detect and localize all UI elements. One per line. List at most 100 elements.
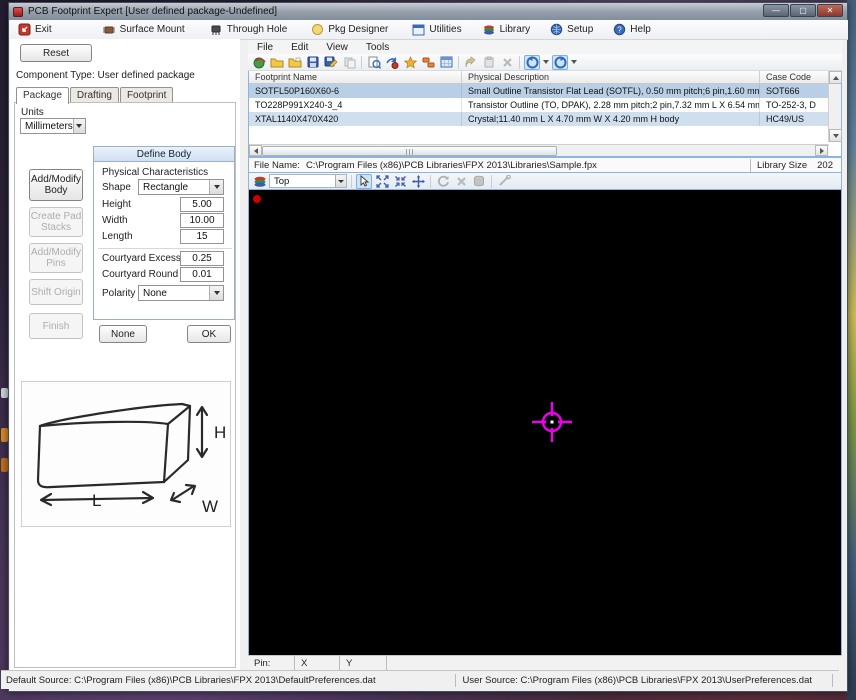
add-modify-body-button[interactable]: Add/Modify Body bbox=[29, 169, 83, 201]
utilities-button[interactable]: Utilities bbox=[408, 22, 465, 38]
scroll-right-button[interactable] bbox=[815, 145, 828, 156]
scroll-down-button[interactable] bbox=[829, 129, 842, 142]
courtyard-round-input[interactable]: 0.01 bbox=[180, 267, 224, 282]
library-size-value: 202 bbox=[807, 160, 841, 171]
help-button[interactable]: ? Help bbox=[609, 21, 655, 38]
open-library-icon[interactable] bbox=[287, 55, 303, 70]
table-header: Footprint Name Physical Description Case… bbox=[249, 71, 841, 84]
redo-history-icon[interactable] bbox=[552, 55, 568, 70]
height-input[interactable]: 5.00 bbox=[180, 197, 224, 212]
taskbar-icon[interactable] bbox=[1, 388, 8, 398]
preview-icon[interactable] bbox=[366, 55, 382, 70]
cell-footprint-name: XTAL1140X470X420 bbox=[249, 112, 462, 126]
shape-select[interactable]: Rectangle bbox=[138, 179, 224, 195]
favorites-star-icon[interactable] bbox=[402, 55, 418, 70]
save-icon[interactable] bbox=[305, 55, 321, 70]
taskbar-icon[interactable] bbox=[1, 458, 8, 472]
length-input[interactable]: 15 bbox=[180, 229, 224, 244]
utilities-icon bbox=[412, 24, 425, 36]
shape-dropdown-arrow[interactable] bbox=[209, 180, 223, 194]
surface-mount-button[interactable]: Surface Mount bbox=[98, 22, 189, 38]
table-horizontal-scrollbar[interactable] bbox=[249, 144, 829, 156]
file-name-label: File Name: bbox=[249, 160, 300, 171]
units-dropdown-arrow[interactable] bbox=[73, 119, 85, 133]
height-label: Height bbox=[102, 199, 131, 210]
sketch-w-label: W bbox=[202, 497, 218, 516]
table-row[interactable]: XTAL1140X470X420 Crystal;11.40 mm L X 4.… bbox=[249, 112, 841, 126]
menu-edit[interactable]: Edit bbox=[282, 42, 317, 53]
add-modify-pins-button[interactable]: Add/Modify Pins bbox=[29, 243, 83, 273]
export-icon[interactable] bbox=[251, 55, 267, 70]
polarity-value: None bbox=[139, 288, 209, 299]
menu-tools[interactable]: Tools bbox=[357, 42, 398, 53]
units-value: Millimeters bbox=[21, 121, 73, 132]
finish-button[interactable]: Finish bbox=[29, 313, 83, 339]
measure-tool-icon[interactable] bbox=[496, 174, 512, 189]
tab-package[interactable]: Package bbox=[16, 87, 69, 104]
ok-button[interactable]: OK bbox=[187, 325, 231, 343]
reset-button[interactable]: Reset bbox=[20, 44, 92, 62]
table-vertical-scrollbar[interactable] bbox=[828, 71, 841, 142]
copy-icon[interactable] bbox=[341, 55, 357, 70]
width-input[interactable]: 10.00 bbox=[180, 213, 224, 228]
save-as-icon[interactable] bbox=[323, 55, 339, 70]
shape-label: Shape bbox=[102, 182, 131, 193]
undo-dropdown-arrow[interactable] bbox=[542, 55, 550, 70]
redo-dropdown-arrow[interactable] bbox=[570, 55, 578, 70]
shift-origin-button[interactable]: Shift Origin bbox=[29, 279, 83, 305]
layers-icon bbox=[253, 175, 267, 188]
maximize-button[interactable]: ▢ bbox=[790, 4, 816, 17]
surface-mount-label: Surface Mount bbox=[120, 24, 185, 35]
table-row[interactable]: TO228P991X240-3_4 Transistor Outline (TO… bbox=[249, 98, 841, 112]
design-canvas[interactable] bbox=[248, 190, 842, 655]
define-body-group: Define Body Physical Characteristics Sha… bbox=[93, 146, 235, 320]
pan-tool-icon[interactable] bbox=[410, 174, 426, 189]
through-hole-button[interactable]: Through Hole bbox=[205, 22, 292, 38]
menu-view[interactable]: View bbox=[317, 42, 357, 53]
stack-icon[interactable] bbox=[471, 174, 487, 189]
library-button[interactable]: Library bbox=[478, 22, 535, 38]
library-label: Library bbox=[500, 24, 531, 35]
layer-select[interactable]: Top bbox=[269, 174, 347, 188]
title-bar[interactable]: PCB Footprint Expert [User defined packa… bbox=[9, 3, 847, 20]
cancel-icon[interactable] bbox=[453, 174, 469, 189]
minimize-button[interactable]: — bbox=[763, 4, 789, 17]
pkg-designer-button[interactable]: Pkg Designer bbox=[307, 21, 392, 38]
import-icon[interactable] bbox=[384, 55, 400, 70]
paste-icon[interactable] bbox=[481, 55, 497, 70]
components-icon[interactable] bbox=[420, 55, 436, 70]
column-physical-description[interactable]: Physical Description bbox=[462, 71, 760, 83]
viewer-window-icon[interactable] bbox=[438, 55, 454, 70]
menu-file[interactable]: File bbox=[248, 42, 282, 53]
zoom-window-icon[interactable] bbox=[392, 174, 408, 189]
units-select[interactable]: Millimeters bbox=[20, 118, 86, 134]
polarity-select[interactable]: None bbox=[138, 285, 224, 301]
refresh-icon[interactable] bbox=[435, 174, 451, 189]
toolbar-separator bbox=[361, 56, 362, 69]
scroll-left-button[interactable] bbox=[249, 145, 262, 156]
delete-icon[interactable] bbox=[499, 55, 515, 70]
setup-button[interactable]: Setup bbox=[546, 21, 597, 38]
exit-button[interactable]: Exit bbox=[14, 21, 56, 38]
none-button[interactable]: None bbox=[99, 325, 147, 343]
window-title: PCB Footprint Expert [User defined packa… bbox=[28, 6, 277, 17]
undo-icon[interactable] bbox=[463, 55, 479, 70]
polarity-dropdown-arrow[interactable] bbox=[209, 286, 223, 300]
layer-dropdown-arrow[interactable] bbox=[335, 175, 346, 187]
create-pad-stacks-button[interactable]: Create Pad Stacks bbox=[29, 207, 83, 237]
undo-history-icon[interactable] bbox=[524, 55, 540, 70]
scrollbar-thumb[interactable] bbox=[262, 146, 557, 156]
close-button[interactable]: ✕ bbox=[817, 4, 843, 17]
cell-description: Crystal;11.40 mm L X 4.70 mm W X 4.20 mm… bbox=[462, 112, 760, 126]
taskbar-icon[interactable] bbox=[1, 428, 8, 442]
zoom-extents-icon[interactable] bbox=[374, 174, 390, 189]
select-tool-icon[interactable] bbox=[356, 174, 372, 189]
courtyard-excess-label: Courtyard Excess bbox=[102, 253, 181, 264]
courtyard-excess-input[interactable]: 0.25 bbox=[180, 251, 224, 266]
length-label: Length bbox=[102, 231, 133, 242]
open-folder-icon[interactable] bbox=[269, 55, 285, 70]
column-footprint-name[interactable]: Footprint Name bbox=[249, 71, 462, 83]
table-row[interactable]: SOTFL50P160X60-6 Small Outline Transisto… bbox=[249, 84, 841, 98]
thumb-grip bbox=[406, 149, 414, 155]
scroll-up-button[interactable] bbox=[829, 71, 842, 84]
